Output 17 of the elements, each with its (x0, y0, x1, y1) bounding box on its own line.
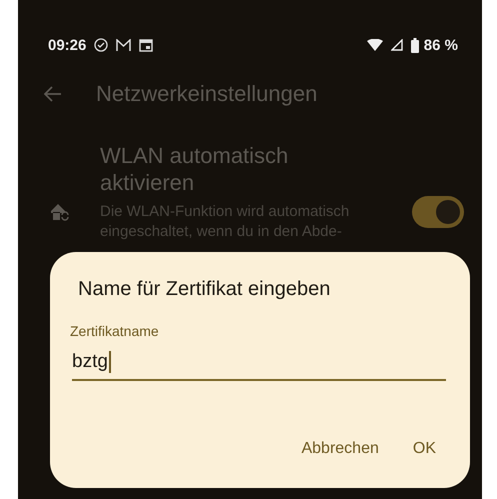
clock-time: 09:26 (48, 36, 86, 54)
home-sync-icon (50, 203, 70, 221)
back-arrow-icon (44, 86, 62, 102)
signal-icon (390, 39, 403, 51)
confirm-button[interactable]: OK (402, 432, 446, 466)
setting-title: WLAN automatisch aktivieren (100, 142, 290, 196)
battery-percentage: 86 % (424, 36, 458, 54)
mail-icon (116, 38, 132, 52)
toggle-switch[interactable] (412, 196, 464, 228)
wifi-icon (366, 39, 383, 51)
cancel-button[interactable]: Abbrechen (291, 432, 389, 466)
certificate-name-field[interactable]: Zertifikatname bztg (72, 323, 446, 381)
dialog-title: Name für Zertifikat eingeben (78, 278, 332, 301)
battery-icon (410, 38, 419, 52)
check-circle-icon (94, 38, 108, 52)
calendar-icon (139, 38, 154, 52)
screen-title: Netzwerkeinstellungen (96, 81, 318, 107)
